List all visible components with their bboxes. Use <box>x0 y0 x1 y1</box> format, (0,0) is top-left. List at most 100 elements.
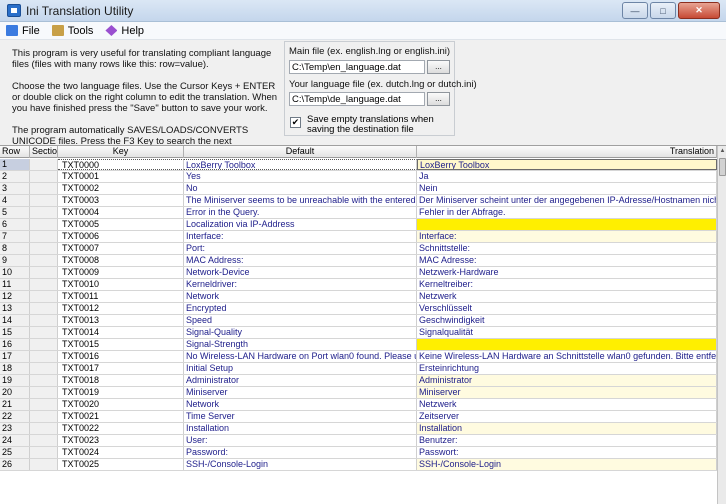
row-translation[interactable]: Interface: <box>417 231 717 242</box>
language-file-browse-button[interactable]: ... <box>427 92 450 106</box>
table-row[interactable]: 21 TXT0020 Network Netzwerk <box>0 399 717 411</box>
row-translation[interactable]: Keine Wireless-LAN Hardware an Schnittst… <box>417 351 717 362</box>
row-key: TXT0007 <box>58 243 184 254</box>
table-row[interactable]: 17 TXT0016 No Wireless-LAN Hardware on Por… <box>0 351 717 363</box>
row-translation[interactable]: Signalqualität <box>417 327 717 338</box>
row-translation[interactable]: Ja <box>417 171 717 182</box>
vertical-scrollbar[interactable]: ▲ <box>717 146 726 504</box>
row-translation[interactable]: SSH-/Console-Login <box>417 459 717 470</box>
row-translation[interactable]: Netzwerk <box>417 291 717 302</box>
row-translation[interactable]: Nein <box>417 183 717 194</box>
header-key[interactable]: Key <box>58 146 184 158</box>
row-translation[interactable]: Miniserver <box>417 387 717 398</box>
row-number: 7 <box>0 231 30 242</box>
row-translation[interactable]: Zeitserver <box>417 411 717 422</box>
row-translation[interactable]: Netzwerk-Hardware <box>417 267 717 278</box>
row-section <box>30 387 58 398</box>
row-key: TXT0022 <box>58 423 184 434</box>
row-translation[interactable]: MAC Adresse: <box>417 255 717 266</box>
row-section <box>30 351 58 362</box>
row-number: 1 <box>0 159 30 170</box>
close-button[interactable]: ✕ <box>678 2 720 19</box>
menu-help[interactable]: Help <box>105 25 144 37</box>
language-file-label: Your language file (ex. dutch.lng or dut… <box>289 79 477 90</box>
table-row[interactable]: 8 TXT0007 Port: Schnittstelle: <box>0 243 717 255</box>
table-row[interactable]: 9 TXT0008 MAC Address: MAC Adresse: <box>0 255 717 267</box>
table-row[interactable]: 11 TXT0010 Kerneldriver: Kerneltreiber: <box>0 279 717 291</box>
row-translation[interactable]: Passwort: <box>417 447 717 458</box>
row-key: TXT0018 <box>58 375 184 386</box>
header-row[interactable]: Row <box>0 146 30 158</box>
table-row[interactable]: 12 TXT0011 Network Netzwerk <box>0 291 717 303</box>
row-default: Miniserver <box>184 387 417 398</box>
row-section <box>30 255 58 266</box>
main-file-browse-button[interactable]: ... <box>427 60 450 74</box>
menu-tools[interactable]: Tools <box>51 25 93 37</box>
row-translation[interactable]: Geschwindigkeit <box>417 315 717 326</box>
language-file-input[interactable]: C:\Temp\de_language.dat <box>289 92 425 106</box>
row-translation[interactable]: Netzwerk <box>417 399 717 410</box>
row-translation[interactable] <box>417 219 717 230</box>
row-translation[interactable]: Ersteinrichtung <box>417 363 717 374</box>
scroll-thumb[interactable] <box>719 158 726 176</box>
table-row[interactable]: 13 TXT0012 Encrypted Verschlüsselt <box>0 303 717 315</box>
row-number: 11 <box>0 279 30 290</box>
row-translation[interactable]: Administrator <box>417 375 717 386</box>
maximize-button[interactable]: □ <box>650 2 676 19</box>
table-row[interactable]: 7 TXT0006 Interface: Interface: <box>0 231 717 243</box>
row-translation[interactable]: Schnittstelle: <box>417 243 717 254</box>
table-row[interactable]: 14 TXT0013 Speed Geschwindigkeit <box>0 315 717 327</box>
row-key: TXT0021 <box>58 411 184 422</box>
row-number: 6 <box>0 219 30 230</box>
row-translation[interactable]: Kerneltreiber: <box>417 279 717 290</box>
header-section[interactable]: Section <box>30 146 58 158</box>
table-row[interactable]: 4 TXT0003 The Miniserver seems to be unrea… <box>0 195 717 207</box>
menu-file[interactable]: File <box>6 25 40 37</box>
row-number: 10 <box>0 267 30 278</box>
row-default: Administrator <box>184 375 417 386</box>
row-number: 12 <box>0 291 30 302</box>
table-row[interactable]: 1 TXT0000 LoxBerry Toolbox LoxBerry Toolbox <box>0 159 717 171</box>
main-file-input[interactable]: C:\Temp\en_language.dat <box>289 60 425 74</box>
table-row[interactable]: 3 TXT0002 No Nein <box>0 183 717 195</box>
row-default: Time Server <box>184 411 417 422</box>
row-default: Port: <box>184 243 417 254</box>
row-default: No <box>184 183 417 194</box>
header-translation[interactable]: Translation <box>417 146 717 158</box>
row-key: TXT0009 <box>58 267 184 278</box>
table-row[interactable]: 23 TXT0022 Installation Installation <box>0 423 717 435</box>
table-row[interactable]: 6 TXT0005 Localization via IP-Address <box>0 219 717 231</box>
row-translation[interactable]: Verschlüsselt <box>417 303 717 314</box>
row-key: TXT0008 <box>58 255 184 266</box>
table-row[interactable]: 5 TXT0004 Error in the Query. Fehler in der… <box>0 207 717 219</box>
row-translation[interactable]: Installation <box>417 423 717 434</box>
scroll-up-icon[interactable]: ▲ <box>718 146 726 156</box>
row-number: 13 <box>0 303 30 314</box>
row-translation[interactable]: Benutzer: <box>417 435 717 446</box>
minimize-button[interactable]: — <box>622 2 648 19</box>
row-number: 3 <box>0 183 30 194</box>
row-key: TXT0003 <box>58 195 184 206</box>
header-default[interactable]: Default <box>184 146 417 158</box>
row-number: 15 <box>0 327 30 338</box>
table-row[interactable]: 18 TXT0017 Initial Setup Ersteinrichtung <box>0 363 717 375</box>
table-row[interactable]: 2 TXT0001 Yes Ja <box>0 171 717 183</box>
table-row[interactable]: 25 TXT0024 Password: Passwort: <box>0 447 717 459</box>
table-row[interactable]: 10 TXT0009 Network-Device Netzwerk-Hardware <box>0 267 717 279</box>
row-section <box>30 303 58 314</box>
table-row[interactable]: 16 TXT0015 Signal-Strength <box>0 339 717 351</box>
table-row[interactable]: 20 TXT0019 Miniserver Miniserver <box>0 387 717 399</box>
row-section <box>30 231 58 242</box>
row-translation[interactable]: LoxBerry Toolbox <box>417 159 717 170</box>
row-translation[interactable]: Fehler in der Abfrage. <box>417 207 717 218</box>
table-row[interactable]: 24 TXT0023 User: Benutzer: <box>0 435 717 447</box>
row-translation[interactable]: Der Miniserver scheint unter der angegeb… <box>417 195 717 206</box>
table-row[interactable]: 15 TXT0014 Signal-Quality Signalqualität <box>0 327 717 339</box>
row-section <box>30 411 58 422</box>
save-empty-checkbox[interactable]: ✔ <box>290 117 301 128</box>
row-translation[interactable] <box>417 339 717 350</box>
table-row[interactable]: 26 TXT0025 SSH-/Console-Login SSH-/Console-… <box>0 459 717 471</box>
table-row[interactable]: 19 TXT0018 Administrator Administrator <box>0 375 717 387</box>
row-section <box>30 207 58 218</box>
table-row[interactable]: 22 TXT0021 Time Server Zeitserver <box>0 411 717 423</box>
